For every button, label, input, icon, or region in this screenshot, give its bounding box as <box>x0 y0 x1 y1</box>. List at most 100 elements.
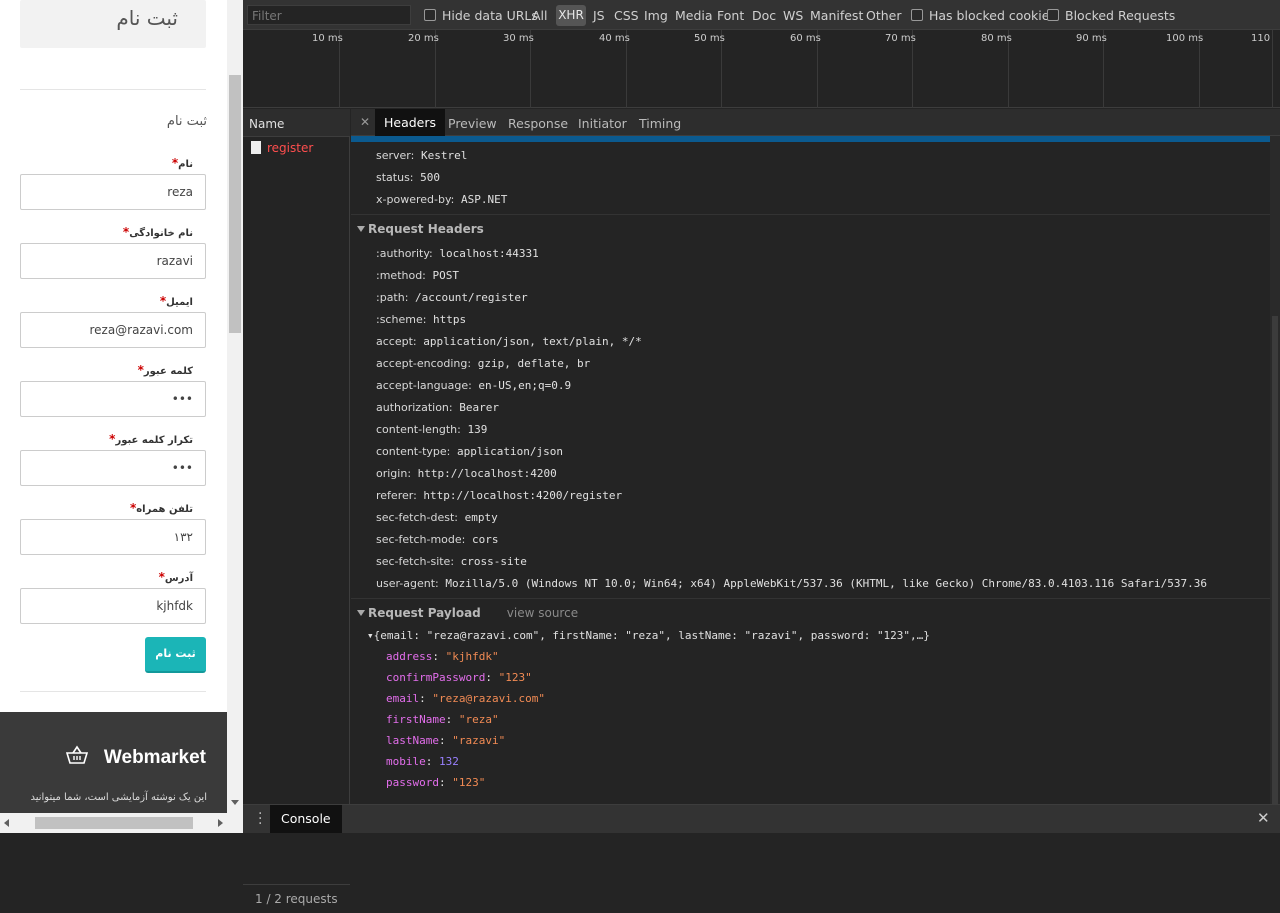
payload-property: password: "123" <box>386 776 486 789</box>
request-count-status: 1 / 2 requests <box>243 884 350 913</box>
scrollbar-thumb[interactable] <box>1272 316 1278 804</box>
payload-property: firstName: "reza" <box>386 713 499 726</box>
response-header-x-powered-by: x-powered-by: ASP.NET <box>376 193 508 206</box>
type-filter-other[interactable]: Other <box>866 8 902 23</box>
timeline-tick-label: 60 ms <box>790 33 821 44</box>
tab-initiator[interactable]: Initiator <box>578 116 627 131</box>
type-filter-img[interactable]: Img <box>644 8 668 23</box>
page-title-box: ثبت نام <box>20 0 206 48</box>
scroll-left-arrow-icon[interactable] <box>4 819 9 827</box>
address-input[interactable]: kjhfdk <box>20 588 206 624</box>
hide-data-urls-checkbox[interactable] <box>424 9 436 21</box>
request-row-register[interactable]: register <box>243 138 350 158</box>
timeline-tick-label: 50 ms <box>694 33 725 44</box>
timeline-tick-label: 20 ms <box>408 33 439 44</box>
divider <box>20 89 206 90</box>
tab-console[interactable]: Console <box>270 805 342 833</box>
request-header-line: user-agent: Mozilla/5.0 (Windows NT 10.0… <box>376 577 1207 590</box>
page-vertical-scrollbar[interactable] <box>227 0 243 813</box>
password-input[interactable]: ••• <box>20 381 206 417</box>
request-header-line: :method: POST <box>376 269 460 282</box>
scrollbar-thumb[interactable] <box>229 75 241 333</box>
devtools-network-panel: Filter Hide data URLs All XHR JS CSS Img… <box>243 0 1280 913</box>
request-header-line: sec-fetch-site: cross-site <box>376 555 527 568</box>
timeline-tick-label: 70 ms <box>885 33 916 44</box>
payload-property: confirmPassword: "123" <box>386 671 532 684</box>
detail-tab-bar: ✕ Headers Preview Response Initiator Tim… <box>351 109 1280 136</box>
request-header-line: :path: /account/register <box>376 291 528 304</box>
type-filter-ws[interactable]: WS <box>783 8 803 23</box>
request-header-line: content-type: application/json <box>376 445 563 458</box>
mobile-input[interactable]: ۱۳۲ <box>20 519 206 555</box>
page-title: ثبت نام <box>116 6 178 30</box>
triangle-down-icon <box>357 610 365 616</box>
scrollbar-thumb[interactable] <box>35 817 193 829</box>
request-header-line: sec-fetch-mode: cors <box>376 533 499 546</box>
email-input[interactable]: reza@razavi.com <box>20 312 206 348</box>
request-name: register <box>267 141 314 155</box>
request-detail-pane: ✕ Headers Preview Response Initiator Tim… <box>351 109 1280 804</box>
type-filter-font[interactable]: Font <box>717 8 744 23</box>
page-horizontal-scrollbar[interactable] <box>0 813 243 833</box>
tab-headers[interactable]: Headers <box>375 109 446 136</box>
more-options-icon[interactable]: · · · <box>258 807 262 831</box>
type-filter-xhr[interactable]: XHR <box>556 5 586 26</box>
payload-summary-toggle[interactable]: ▾{email: "reza@razavi.com", firstName: "… <box>367 629 930 642</box>
timeline-tick-label: 10 ms <box>312 33 343 44</box>
page-content: ثبت نام ثبت نام *نام reza *نام خانوادگی … <box>0 0 227 813</box>
tab-preview[interactable]: Preview <box>448 116 497 131</box>
label-last-name: *نام خانوادگی <box>122 225 193 239</box>
network-timeline-overview[interactable]: 10 ms 20 ms 30 ms 40 ms 50 ms 60 ms 70 m… <box>243 30 1280 108</box>
filter-input[interactable]: Filter <box>247 5 411 25</box>
type-filter-all[interactable]: All <box>532 8 548 23</box>
request-header-line: sec-fetch-dest: empty <box>376 511 498 524</box>
first-name-input[interactable]: reza <box>20 174 206 210</box>
label-address: *آدرس <box>158 570 193 584</box>
payload-property: lastName: "razavi" <box>386 734 506 747</box>
request-header-line: :authority: localhost:44331 <box>376 247 539 260</box>
type-filter-media[interactable]: Media <box>675 8 713 23</box>
request-headers-section-toggle[interactable]: Request Headers <box>357 222 484 236</box>
timeline-tick-label: 40 ms <box>599 33 630 44</box>
last-name-input[interactable]: razavi <box>20 243 206 279</box>
timeline-tick-label: 110 <box>1251 33 1271 44</box>
document-icon <box>251 141 261 154</box>
has-blocked-cookies-checkbox[interactable] <box>911 9 923 21</box>
has-blocked-cookies-label: Has blocked cookies <box>929 8 1056 23</box>
section-divider <box>351 598 1270 599</box>
scroll-down-arrow-icon[interactable] <box>231 800 239 805</box>
selected-header-row <box>351 136 1270 142</box>
detail-vertical-scrollbar[interactable] <box>1270 136 1280 804</box>
request-header-line: authorization: Bearer <box>376 401 499 414</box>
view-source-link[interactable]: view source <box>507 606 578 620</box>
close-drawer-icon[interactable]: ✕ <box>1257 809 1270 827</box>
tab-response[interactable]: Response <box>508 116 568 131</box>
divider <box>20 691 206 692</box>
network-filter-bar: Filter Hide data URLs All XHR JS CSS Img… <box>243 0 1280 30</box>
payload-property: email: "reza@razavi.com" <box>386 692 545 705</box>
response-header-status: status: 500 <box>376 171 441 184</box>
register-submit-button[interactable]: ثبت نام <box>145 637 206 673</box>
type-filter-css[interactable]: CSS <box>614 8 639 23</box>
name-column-header[interactable]: Name <box>243 109 350 137</box>
request-header-line: content-length: 139 <box>376 423 488 436</box>
type-filter-doc[interactable]: Doc <box>752 8 776 23</box>
response-header-server: server: Kestrel <box>376 149 468 162</box>
timeline-gridline <box>1272 30 1273 108</box>
footer-brand: Webmarket <box>103 747 206 768</box>
request-payload-section-toggle[interactable]: Request Payload view source <box>357 606 578 620</box>
tab-timing[interactable]: Timing <box>639 116 681 131</box>
label-password: *کلمه عبور <box>137 363 193 377</box>
close-icon[interactable]: ✕ <box>360 115 370 129</box>
scroll-right-arrow-icon[interactable] <box>218 819 223 827</box>
request-header-line: :scheme: https <box>376 313 467 326</box>
request-header-line: accept-language: en-US,en;q=0.9 <box>376 379 572 392</box>
type-filter-js[interactable]: JS <box>593 8 605 23</box>
timeline-tick-label: 30 ms <box>503 33 534 44</box>
blocked-requests-checkbox[interactable] <box>1047 9 1059 21</box>
label-first-name: *نام <box>171 156 193 170</box>
confirm-password-input[interactable]: ••• <box>20 450 206 486</box>
form-subtitle: ثبت نام <box>166 114 207 129</box>
request-header-line: origin: http://localhost:4200 <box>376 467 557 480</box>
type-filter-manifest[interactable]: Manifest <box>810 8 863 23</box>
